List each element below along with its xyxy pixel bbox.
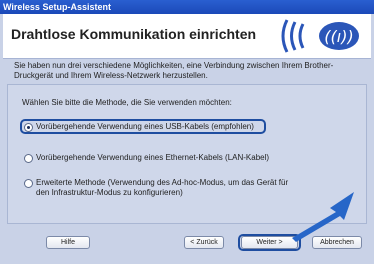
setup-wizard-window: Wireless Setup-Assistent Drahtlose Kommu… (0, 0, 374, 264)
back-button[interactable]: < Zurück (184, 236, 224, 249)
help-button[interactable]: Hilfe (46, 236, 90, 249)
radio-ethernet-cable[interactable] (24, 154, 33, 163)
intro-text: Sie haben nun drei verschiedene Möglichk… (14, 61, 334, 80)
svg-text:((ı)): ((ı)) (324, 27, 353, 46)
option-advanced-adhoc-label: Erweiterte Methode (Verwendung des Ad-ho… (36, 178, 289, 197)
option-ethernet-cable[interactable]: Vorübergehende Verwendung eines Ethernet… (24, 153, 269, 163)
option-advanced-adhoc[interactable]: Erweiterte Methode (Verwendung des Ad-ho… (24, 178, 294, 198)
pointer-arrow-icon (292, 192, 354, 242)
window-titlebar: Wireless Setup-Assistent (0, 0, 374, 14)
option-usb-cable[interactable]: Vorübergehende Verwendung eines USB-Kabe… (24, 122, 254, 132)
radio-advanced-adhoc[interactable] (24, 179, 33, 188)
wireless-signal-logo-icon: ((ı)) (277, 16, 367, 56)
option-ethernet-cable-label: Vorübergehende Verwendung eines Ethernet… (36, 153, 270, 162)
option-usb-cable-label: Vorübergehende Verwendung eines USB-Kabe… (36, 122, 254, 131)
wizard-header: Drahtlose Kommunikation einrichten ((ı)) (3, 14, 371, 59)
radio-usb-cable[interactable] (24, 123, 33, 132)
page-title: Drahtlose Kommunikation einrichten (11, 26, 257, 42)
method-prompt: Wählen Sie bitte die Methode, die Sie ve… (22, 98, 232, 107)
